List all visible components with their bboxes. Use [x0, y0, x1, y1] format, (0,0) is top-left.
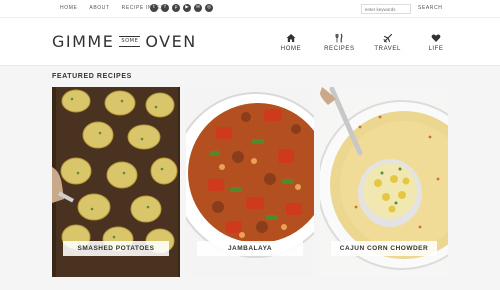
nav-label-travel: TRAVEL: [374, 46, 401, 52]
house-icon: [286, 34, 296, 42]
recipe-label-cajun-corn-chowder: CAJUN CORN CHOWDER: [331, 241, 437, 256]
top-nav: HOME ABOUT RECIPE INDEX: [60, 5, 164, 11]
airplane-icon: [383, 33, 392, 43]
recipe-label-jambalaya: JAMBALAYA: [197, 241, 303, 256]
youtube-icon[interactable]: ▶: [183, 4, 191, 12]
logo-word-oven: OVEN: [145, 32, 197, 51]
recipe-label-smashed-potatoes: SMASHED POTATOES: [63, 241, 169, 256]
social-links: t f p ▶ ✉ ◎: [150, 4, 213, 12]
recipe-card-smashed-potatoes[interactable]: SMASHED POTATOES: [52, 87, 180, 277]
search-button[interactable]: SEARCH: [418, 5, 442, 11]
nav-item-recipes[interactable]: RECIPES: [324, 33, 354, 52]
nav-label-recipes: RECIPES: [324, 46, 355, 52]
nav-item-travel[interactable]: TRAVEL: [373, 33, 403, 52]
facebook-icon[interactable]: f: [161, 4, 169, 12]
logo-word-some: SOME: [119, 36, 141, 47]
nav-label-home: HOME: [280, 46, 302, 52]
site-logo[interactable]: GIMME SOME OVEN: [52, 32, 197, 51]
heart-icon: [431, 34, 441, 42]
twitter-icon[interactable]: t: [150, 4, 158, 12]
instagram-icon[interactable]: ◎: [205, 4, 213, 12]
pinterest-icon[interactable]: p: [172, 4, 180, 12]
top-utility-bar: HOME ABOUT RECIPE INDEX t f p ▶ ✉ ◎ SEAR…: [0, 0, 500, 18]
search-input[interactable]: [361, 4, 411, 14]
main-nav: HOME RECIPES TRAVEL LIFE: [276, 33, 451, 52]
site-header: GIMME SOME OVEN HOME RECIPES TRAVEL LIFE: [0, 18, 500, 66]
nav-label-life: LIFE: [428, 46, 444, 52]
email-icon[interactable]: ✉: [194, 4, 202, 12]
featured-recipes-heading: FEATURED RECIPES: [52, 73, 132, 80]
recipe-card-jambalaya[interactable]: JAMBALAYA: [186, 87, 314, 277]
top-nav-about[interactable]: ABOUT: [89, 5, 109, 11]
nav-item-life[interactable]: LIFE: [421, 33, 451, 52]
logo-word-gimme: GIMME: [52, 32, 115, 51]
recipe-card-cajun-corn-chowder[interactable]: CAJUN CORN CHOWDER: [320, 87, 448, 277]
fork-knife-icon: [335, 33, 343, 43]
nav-item-home[interactable]: HOME: [276, 33, 306, 52]
top-nav-home[interactable]: HOME: [60, 5, 77, 11]
